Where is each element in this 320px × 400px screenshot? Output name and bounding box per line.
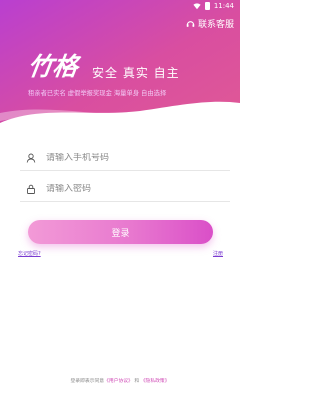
hero-header: 11:44 联系客服 竹格 安全 真实 自主 租亲者已实名 虚假举报奖现金 海量…: [0, 0, 240, 135]
contact-service-button[interactable]: 联系客服: [186, 17, 234, 30]
hero-wave-decoration: [0, 101, 240, 135]
contact-service-label: 联系客服: [197, 20, 234, 30]
login-button[interactable]: 登录: [28, 220, 213, 244]
agreement-prefix: 登录即表示同意: [70, 379, 105, 384]
agreement-notice: 登录即表示同意《用户协议》 和 《隐私政策》: [0, 377, 240, 384]
privacy-policy-link[interactable]: 《隐私政策》: [141, 379, 170, 384]
register-link[interactable]: 注册: [213, 250, 223, 257]
phone-input[interactable]: [46, 152, 216, 163]
lock-icon: [27, 184, 35, 194]
user-icon: [26, 153, 36, 163]
status-bar: 11:44: [0, 0, 240, 12]
battery-icon: [204, 2, 210, 10]
password-field: [20, 176, 230, 202]
slogan: 安全 真实 自主: [92, 66, 180, 80]
app-logo: 竹格: [30, 52, 83, 81]
headset-icon: [186, 21, 195, 27]
status-time: 11:44: [213, 2, 234, 10]
forgot-password-link[interactable]: 忘记密码?: [18, 250, 41, 257]
phone-field: [20, 145, 230, 171]
password-input[interactable]: [46, 183, 216, 194]
app-logo-text: 竹格: [30, 52, 83, 81]
tagline: 租亲者已实名 虚假举报奖现金 海量单身 自由选择: [28, 90, 167, 97]
wifi-icon: [193, 3, 201, 10]
user-agreement-link[interactable]: 《用户协议》: [104, 379, 133, 384]
agreement-joiner: 和: [134, 379, 140, 384]
